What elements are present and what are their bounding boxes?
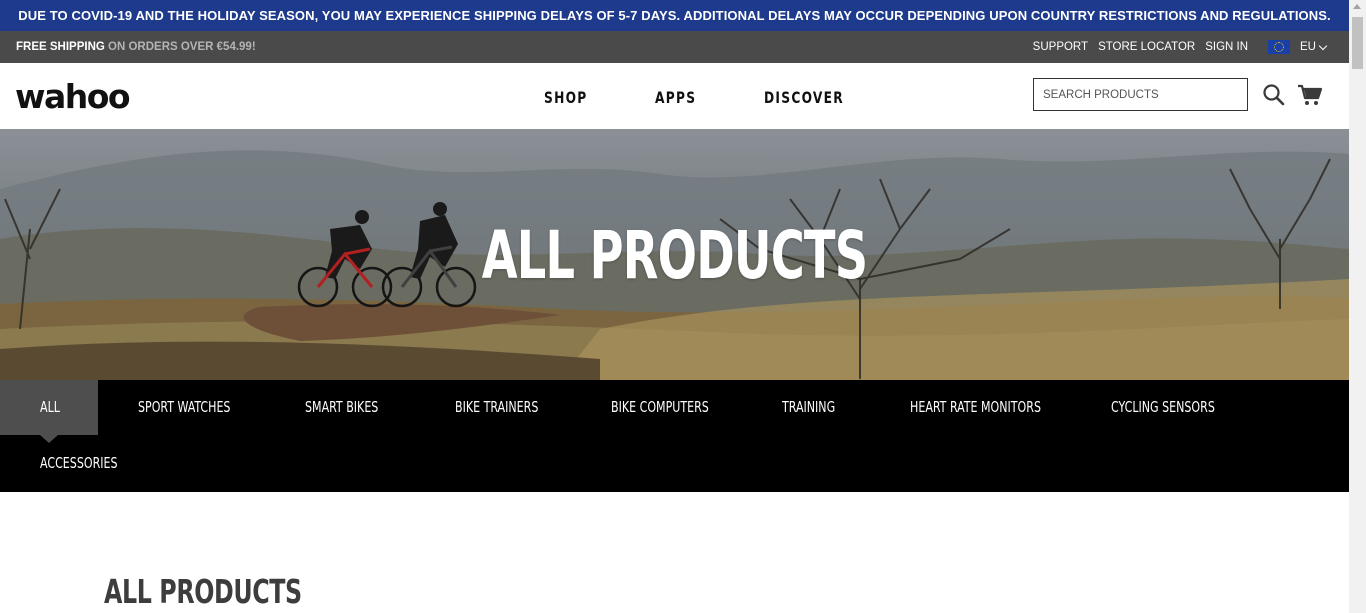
site-header: wahoo SHOP APPS DISCOVER: [0, 63, 1349, 129]
eu-flag-icon: [1268, 40, 1291, 54]
category-smart-bikes[interactable]: SMART BIKES: [305, 398, 378, 416]
scrollbar-thumb[interactable]: [1352, 17, 1363, 69]
free-shipping-threshold: ON ORDERS OVER €54.99!: [104, 41, 256, 53]
hero-title: ALL PRODUCTS: [481, 217, 868, 294]
page-scrollbar[interactable]: [1349, 0, 1366, 613]
category-accessories[interactable]: ACCESSORIES: [40, 454, 118, 472]
cart-icon[interactable]: [1297, 83, 1323, 107]
wahoo-logo[interactable]: wahoo: [15, 77, 131, 116]
utility-links: SUPPORT STORE LOCATOR SIGN IN EU: [1033, 40, 1328, 54]
hero-banner: ALL PRODUCTS: [0, 129, 1349, 380]
category-bike-computers[interactable]: BIKE COMPUTERS: [611, 398, 709, 416]
category-training[interactable]: TRAINING: [782, 398, 835, 416]
free-shipping-message: FREE SHIPPING ON ORDERS OVER €54.99!: [16, 41, 256, 53]
region-label: EU: [1300, 41, 1316, 53]
category-bike-trainers[interactable]: BIKE TRAINERS: [455, 398, 538, 416]
nav-discover[interactable]: DISCOVER: [764, 88, 844, 107]
sign-in-link[interactable]: SIGN IN: [1205, 41, 1248, 53]
category-heart-rate-monitors[interactable]: HEART RATE MONITORS: [910, 398, 1041, 416]
category-bar: ALL SPORT WATCHES SMART BIKES BIKE TRAIN…: [0, 380, 1349, 492]
search-input[interactable]: [1033, 78, 1248, 111]
chevron-down-icon: [1318, 41, 1328, 50]
nav-apps[interactable]: APPS: [655, 88, 696, 107]
free-shipping-label: FREE SHIPPING: [16, 41, 105, 53]
region-selector[interactable]: EU: [1258, 40, 1328, 54]
nav-shop[interactable]: SHOP: [544, 88, 588, 107]
category-all[interactable]: ALL: [40, 398, 60, 416]
store-locator-link[interactable]: STORE LOCATOR: [1098, 41, 1195, 53]
search-icon[interactable]: [1262, 83, 1286, 107]
utility-bar: FREE SHIPPING ON ORDERS OVER €54.99! SUP…: [0, 31, 1349, 63]
announcement-bar: DUE TO COVID-19 AND THE HOLIDAY SEASON, …: [0, 0, 1349, 31]
main-nav: SHOP APPS DISCOVER: [544, 88, 858, 107]
scroll-up-arrow-icon[interactable]: [1353, 4, 1361, 9]
support-link[interactable]: SUPPORT: [1033, 41, 1088, 53]
section-title: ALL PRODUCTS: [104, 572, 302, 611]
page: DUE TO COVID-19 AND THE HOLIDAY SEASON, …: [0, 0, 1349, 613]
announcement-text: DUE TO COVID-19 AND THE HOLIDAY SEASON, …: [18, 8, 1331, 23]
category-sport-watches[interactable]: SPORT WATCHES: [138, 398, 230, 416]
category-cycling-sensors[interactable]: CYCLING SENSORS: [1111, 398, 1215, 416]
